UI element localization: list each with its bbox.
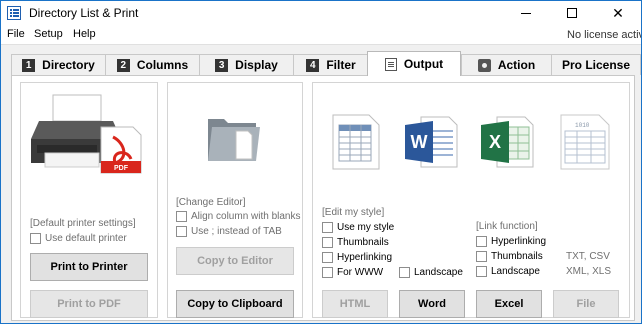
- checkbox-label: Use default printer: [45, 233, 127, 244]
- checkbox-box: [322, 267, 333, 278]
- tab-label: Action: [497, 58, 536, 72]
- minimize-button[interactable]: [503, 1, 549, 25]
- tab-display[interactable]: 3 Display: [199, 54, 294, 75]
- landscape-checkbox[interactable]: Landscape: [399, 267, 463, 278]
- html-button[interactable]: HTML: [322, 290, 388, 318]
- html-table-icon: [332, 114, 380, 170]
- gear-icon: [477, 58, 491, 72]
- print-to-pdf-button[interactable]: Print to PDF: [30, 290, 148, 318]
- edit-my-style-label: [Edit my style]: [322, 207, 385, 218]
- link-function-label: [Link function]: [476, 221, 538, 232]
- excel-icon: X: [481, 116, 534, 168]
- editor-panel: [Change Editor] Align column with blanks…: [167, 82, 303, 318]
- menu-setup[interactable]: Setup: [34, 28, 63, 40]
- app-window: Directory List & Print ✕ File Setup Help…: [0, 0, 642, 324]
- file-button[interactable]: File: [553, 290, 619, 318]
- tab-columns[interactable]: 2 Columns: [105, 54, 200, 75]
- tab-label: Columns: [136, 58, 189, 72]
- data-file-icon: 1010: [560, 114, 610, 170]
- tab-number-badge: 2: [116, 58, 130, 72]
- checkbox-label: Use my style: [337, 222, 395, 233]
- word-icon: W: [405, 116, 458, 168]
- link-landscape-checkbox[interactable]: Landscape: [476, 266, 540, 277]
- tab-number-badge: 1: [22, 58, 36, 72]
- checkbox-box: [476, 236, 487, 247]
- checkbox-label: Align column with blanks: [191, 211, 301, 222]
- menu-help[interactable]: Help: [73, 28, 96, 40]
- app-list-icon: [7, 6, 21, 20]
- tab-label: Pro License: [561, 58, 631, 72]
- checkbox-label: Landscape: [414, 267, 463, 278]
- use-semicolon-checkbox[interactable]: Use ; instead of TAB: [176, 226, 282, 237]
- checkbox-label: Use ; instead of TAB: [191, 226, 282, 237]
- tab-label: Directory: [42, 58, 95, 72]
- use-default-printer-checkbox[interactable]: Use default printer: [30, 233, 127, 244]
- checkbox-box: [176, 226, 187, 237]
- txt-csv-label: TXT, CSV: [566, 251, 610, 262]
- checkbox-box: [476, 266, 487, 277]
- close-button[interactable]: ✕: [595, 1, 641, 25]
- close-icon: ✕: [612, 5, 624, 21]
- tab-output[interactable]: Output: [367, 51, 461, 76]
- checkbox-label: Hyperlinking: [337, 252, 393, 263]
- thumbnails-checkbox[interactable]: Thumbnails: [322, 237, 389, 248]
- excel-letter: X: [489, 132, 501, 152]
- link-thumbnails-checkbox[interactable]: Thumbnails: [476, 251, 543, 262]
- for-www-checkbox[interactable]: For WWW: [322, 267, 383, 278]
- tab-directory[interactable]: 1 Directory: [11, 54, 106, 75]
- checkbox-box: [30, 233, 41, 244]
- tab-filter[interactable]: 4 Filter: [293, 54, 369, 75]
- printer-icon: PDF: [31, 94, 142, 174]
- maximize-button[interactable]: [549, 1, 595, 25]
- checkbox-label: Hyperlinking: [491, 236, 547, 247]
- copy-to-editor-button[interactable]: Copy to Editor: [176, 247, 294, 275]
- print-to-printer-button[interactable]: Print to Printer: [30, 253, 148, 281]
- excel-button[interactable]: Excel: [476, 290, 542, 318]
- tab-action[interactable]: Action: [461, 54, 552, 75]
- tab-label: Output: [403, 57, 444, 71]
- checkbox-box: [399, 267, 410, 278]
- tab-label: Display: [235, 58, 278, 72]
- word-letter: W: [411, 132, 428, 152]
- menu-bar: File Setup Help No license active: [1, 25, 641, 45]
- copy-to-clipboard-button[interactable]: Copy to Clipboard: [176, 290, 294, 318]
- printer-panel: PDF [Default printer settings] Use defau…: [20, 82, 158, 318]
- use-my-style-checkbox[interactable]: Use my style: [322, 222, 394, 233]
- checkbox-box: [322, 222, 333, 233]
- pdf-badge: PDF: [114, 165, 129, 172]
- file-digits: 1010: [575, 122, 590, 129]
- checkbox-label: Thumbnails: [337, 237, 389, 248]
- link-hyperlinking-checkbox[interactable]: Hyperlinking: [476, 236, 546, 247]
- menu-file[interactable]: File: [7, 28, 25, 40]
- tab-label: Filter: [326, 58, 356, 72]
- hyperlinking-checkbox[interactable]: Hyperlinking: [322, 252, 392, 263]
- tab-bar: 1 Directory 2 Columns 3 Display 4 Filter Out…: [11, 51, 641, 76]
- default-printer-settings-label: [Default printer settings]: [30, 218, 136, 229]
- export-panel: W X 1010 [Edit my style] Use my style Th…: [312, 82, 630, 318]
- window-title: Directory List & Print: [29, 6, 139, 20]
- checkbox-box: [176, 211, 187, 222]
- document-icon: [384, 57, 397, 71]
- output-tab-content: PDF [Default printer settings] Use defau…: [11, 75, 635, 321]
- checkbox-box: [322, 252, 333, 263]
- license-status: No license active: [567, 29, 642, 41]
- tab-pro-license[interactable]: Pro License: [551, 54, 641, 75]
- minimize-icon: [521, 12, 531, 14]
- change-editor-label: [Change Editor]: [176, 197, 246, 208]
- checkbox-label: Landscape: [491, 266, 540, 277]
- checkbox-box: [322, 237, 333, 248]
- folder-icon: [208, 119, 260, 161]
- title-bar: Directory List & Print ✕: [1, 1, 641, 25]
- xml-xls-label: XML, XLS: [566, 266, 612, 277]
- word-button[interactable]: Word: [399, 290, 465, 318]
- tab-number-badge: 3: [215, 58, 229, 72]
- checkbox-label: For WWW: [337, 267, 384, 278]
- maximize-icon: [567, 8, 577, 18]
- align-columns-checkbox[interactable]: Align column with blanks: [176, 211, 301, 222]
- checkbox-label: Thumbnails: [491, 251, 543, 262]
- tab-number-badge: 4: [306, 58, 320, 72]
- checkbox-box: [476, 251, 487, 262]
